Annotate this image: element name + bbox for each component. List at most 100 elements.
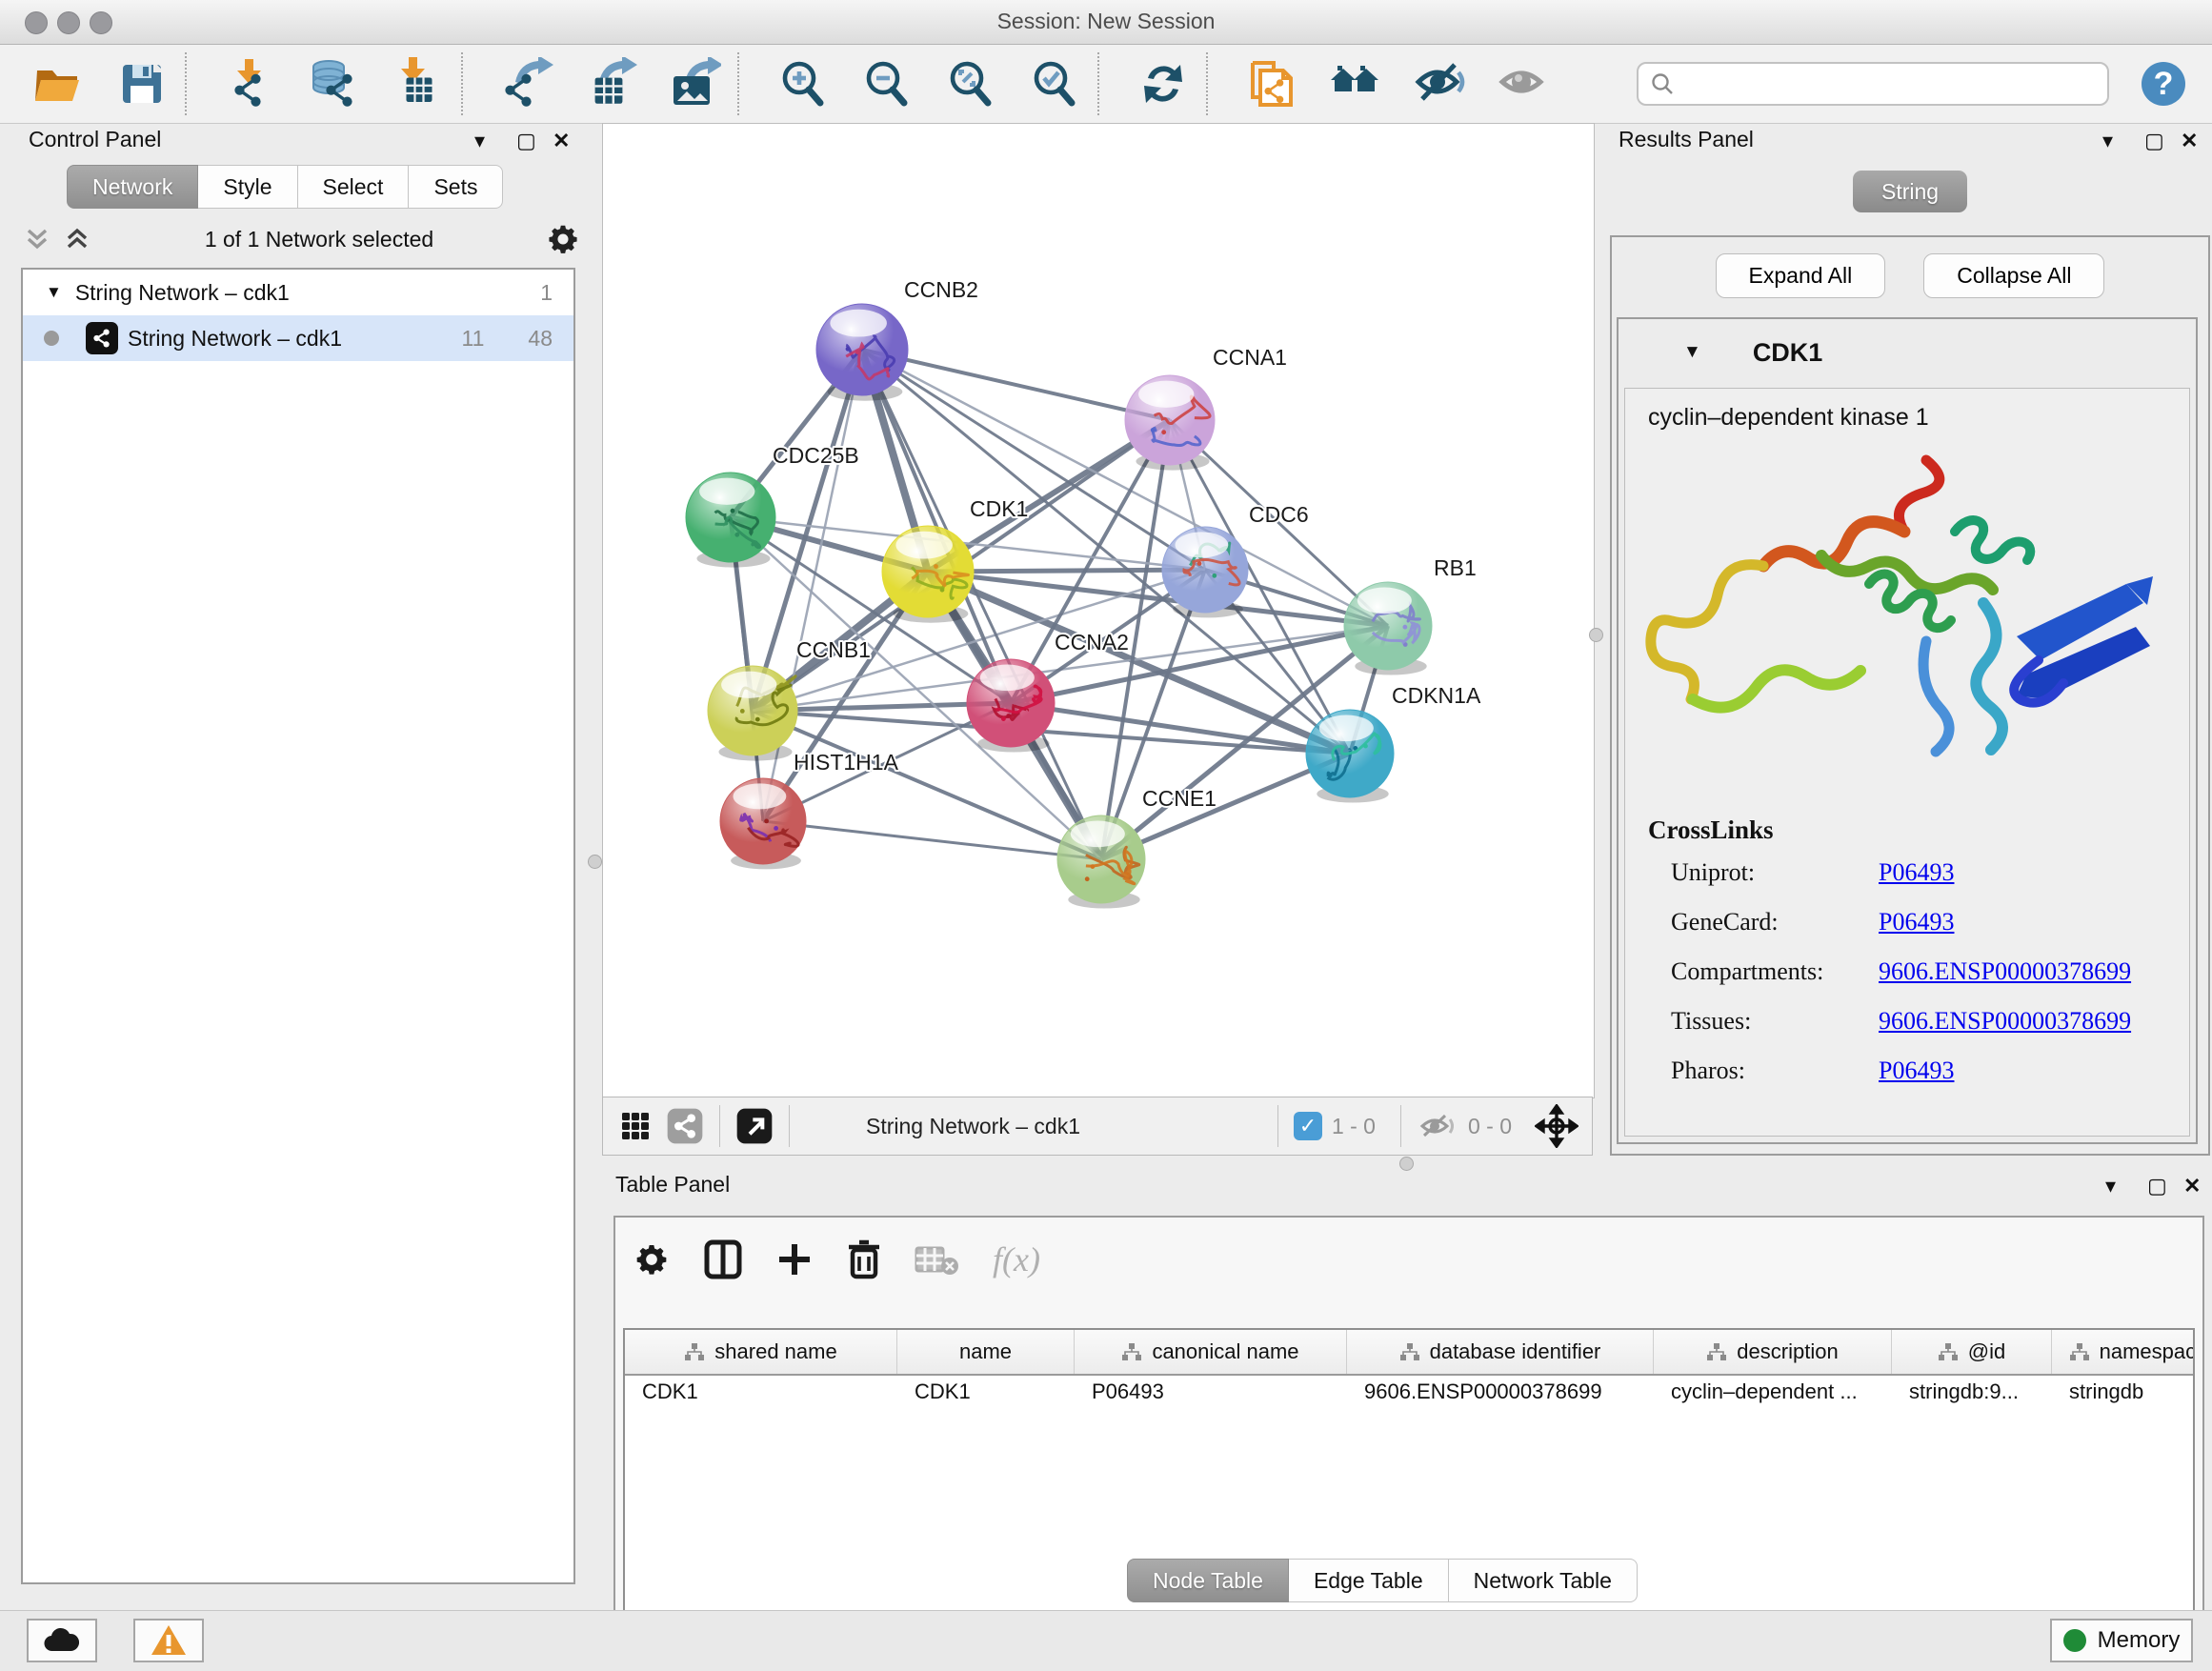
import-table-button[interactable]	[391, 56, 446, 111]
table-panel-maximize-icon[interactable]: ▢	[2147, 1174, 2167, 1198]
delete-column-icon[interactable]	[846, 1238, 882, 1280]
network-row[interactable]: String Network – cdk1 11 48	[23, 315, 573, 361]
column-type-icon	[2069, 1342, 2090, 1361]
open-session-button[interactable]	[30, 56, 86, 111]
cell-shared-name[interactable]: CDK1	[642, 1379, 892, 1404]
collapse-all-chevron-icon[interactable]	[21, 225, 53, 253]
control-panel-float-icon[interactable]: ▾	[474, 129, 485, 153]
column-header-@id[interactable]: @id	[1892, 1330, 2052, 1374]
crosslink-link[interactable]: 9606.ENSP00000378699	[1879, 957, 2131, 986]
section-collapse-triangle-icon[interactable]: ▼	[1683, 342, 1701, 363]
node-CCNA2[interactable]	[967, 659, 1055, 753]
help-button[interactable]: ?	[2136, 56, 2191, 111]
refresh-button[interactable]	[1136, 56, 1191, 111]
cell-name[interactable]: CDK1	[915, 1379, 1069, 1404]
left-splitter-handle[interactable]	[588, 855, 602, 869]
network-canvas[interactable]: CDK1CCNB2CCNA1CDC25BCDC6RB1CCNB1CCNA2CDK…	[602, 123, 1595, 1098]
zoom-in-button[interactable]	[775, 56, 831, 111]
import-table-icon	[392, 57, 445, 111]
table-panel-float-icon[interactable]: ▾	[2105, 1174, 2116, 1198]
control-panel-close-icon[interactable]: ✕	[553, 129, 570, 153]
results-panel-float-icon[interactable]: ▾	[2102, 129, 2113, 153]
crosslink-label: GeneCard:	[1671, 908, 1879, 936]
node-CDC6[interactable]	[1162, 527, 1248, 617]
node-CCNB1[interactable]	[708, 666, 797, 761]
birds-eye-crosshair-icon[interactable]	[1535, 1104, 1579, 1148]
node-CCNB2[interactable]	[816, 304, 908, 401]
show-columns-icon[interactable]	[703, 1238, 743, 1280]
expand-all-chevron-icon[interactable]	[61, 225, 93, 253]
tab-network[interactable]: Network	[67, 165, 198, 209]
tab-select[interactable]: Select	[298, 165, 410, 209]
tab-network-table[interactable]: Network Table	[1449, 1559, 1638, 1602]
tab-style[interactable]: Style	[198, 165, 297, 209]
search-input[interactable]	[1675, 70, 2079, 97]
node-HIST1H1A[interactable]	[720, 778, 806, 869]
crosslink-link[interactable]: P06493	[1879, 858, 1954, 887]
column-header-name[interactable]: name	[897, 1330, 1075, 1374]
edge-CCNB2-CCNA1[interactable]	[862, 350, 1170, 420]
crosslink-row: Tissues: 9606.ENSP00000378699	[1671, 1007, 2131, 1036]
protein-section-header[interactable]: ▼ CDK1	[1619, 319, 2196, 386]
tab-sets[interactable]: Sets	[409, 165, 503, 209]
cloud-status-button[interactable]	[27, 1619, 97, 1662]
crosslink-link[interactable]: P06493	[1879, 1057, 1954, 1085]
network-options-gear-icon[interactable]	[545, 221, 581, 257]
export-network-button[interactable]	[499, 56, 554, 111]
cell-description[interactable]: cyclin–dependent ...	[1671, 1379, 1886, 1404]
column-header-canonical-name[interactable]: canonical name	[1075, 1330, 1347, 1374]
table-panel-close-icon[interactable]: ✕	[2183, 1174, 2201, 1198]
cell-namespace[interactable]: stringdb	[2069, 1379, 2195, 1404]
cell-@id[interactable]: stringdb:9...	[1909, 1379, 2046, 1404]
export-table-button[interactable]	[583, 56, 638, 111]
zoom-out-button[interactable]	[859, 56, 915, 111]
show-panel-button[interactable]	[1496, 56, 1551, 111]
control-panel-maximize-icon[interactable]: ▢	[516, 129, 536, 153]
column-header-database-identifier[interactable]: database identifier	[1347, 1330, 1654, 1374]
expand-all-button[interactable]: Expand All	[1716, 253, 1886, 298]
export-image-button[interactable]	[667, 56, 722, 111]
warnings-button[interactable]	[133, 1619, 204, 1662]
column-header-shared-name[interactable]: shared name	[625, 1330, 897, 1374]
selected-checkbox-icon[interactable]: ✓	[1294, 1112, 1322, 1140]
tab-edge-table[interactable]: Edge Table	[1289, 1559, 1449, 1602]
protein-section: ▼ CDK1 cyclin–dependent kinase 1	[1617, 317, 2198, 1144]
table-options-gear-icon[interactable]	[633, 1240, 671, 1278]
crosslink-link[interactable]: P06493	[1879, 908, 1954, 936]
add-column-icon[interactable]	[775, 1240, 814, 1278]
network-badge-icon[interactable]	[666, 1107, 704, 1145]
save-session-button[interactable]	[114, 56, 170, 111]
home-network-button[interactable]	[1328, 56, 1383, 111]
grid-view-icon[interactable]	[618, 1109, 653, 1143]
tree-expand-triangle-icon[interactable]: ▼	[46, 283, 62, 302]
import-network-database-button[interactable]	[307, 56, 362, 111]
memory-button[interactable]: Memory	[2050, 1619, 2193, 1662]
collapse-all-button[interactable]: Collapse All	[1923, 253, 2104, 298]
import-network-button[interactable]	[223, 56, 278, 111]
edge-CCNE1-HIST1H1A[interactable]	[763, 821, 1101, 859]
column-header-namespace[interactable]: namespace	[2052, 1330, 2195, 1374]
node-RB1[interactable]	[1344, 582, 1432, 675]
bottom-splitter-handle[interactable]	[1399, 1157, 1414, 1171]
label-CDKN1A: CDKN1A	[1392, 683, 1481, 708]
cell-database-identifier[interactable]: 9606.ENSP00000378699	[1364, 1379, 1648, 1404]
zoom-selected-button[interactable]	[1027, 56, 1082, 111]
tab-string[interactable]: String	[1853, 171, 1967, 212]
network-collection-row[interactable]: ▼ String Network – cdk1 1	[23, 270, 573, 315]
hide-panel-button[interactable]	[1412, 56, 1467, 111]
search-box[interactable]	[1637, 62, 2109, 106]
node-CCNA1[interactable]	[1125, 375, 1215, 471]
node-CCNE1[interactable]	[1057, 815, 1145, 909]
open-in-new-window-icon[interactable]	[735, 1107, 774, 1145]
node-CDK1[interactable]	[882, 526, 974, 623]
node-CDKN1A[interactable]	[1306, 710, 1394, 803]
node-CDC25B[interactable]	[686, 473, 775, 568]
zoom-fit-button[interactable]	[943, 56, 998, 111]
results-panel-maximize-icon[interactable]: ▢	[2144, 129, 2164, 153]
tab-node-table[interactable]: Node Table	[1127, 1559, 1289, 1602]
crosslink-link[interactable]: 9606.ENSP00000378699	[1879, 1007, 2131, 1036]
clone-network-button[interactable]	[1244, 56, 1299, 111]
results-panel-close-icon[interactable]: ✕	[2181, 129, 2198, 153]
cell-canonical-name[interactable]: P06493	[1092, 1379, 1341, 1404]
column-header-description[interactable]: description	[1654, 1330, 1892, 1374]
